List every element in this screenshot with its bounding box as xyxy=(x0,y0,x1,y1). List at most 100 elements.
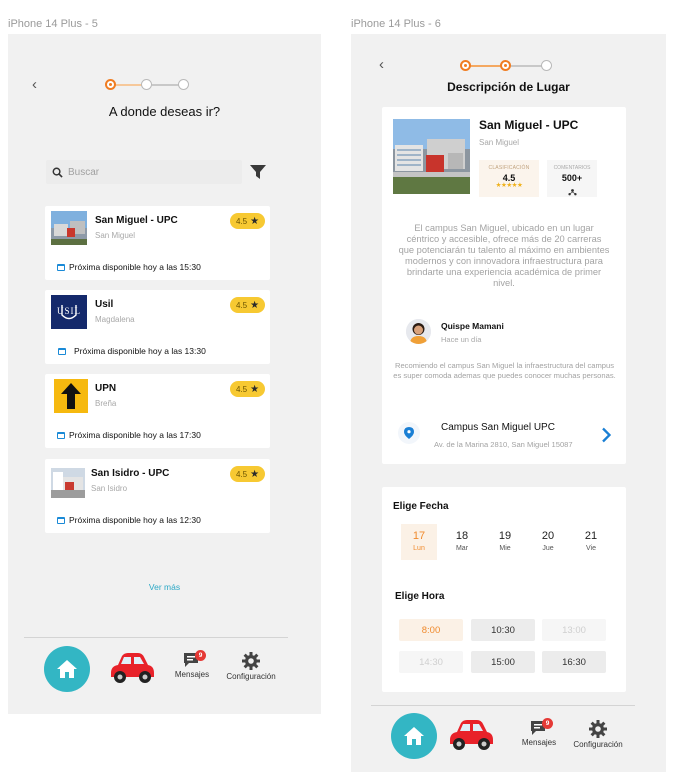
hour-option-disabled: 13:00 xyxy=(542,619,606,641)
date-section-title: Elige Fecha xyxy=(393,501,449,512)
hour-option[interactable]: 8:00 xyxy=(399,619,463,641)
date-option[interactable]: 17 Lun xyxy=(401,524,437,560)
rating-badge: 4.5 ★ xyxy=(230,381,265,397)
nav-messages[interactable]: 9 Mensajes xyxy=(521,718,557,747)
progress-stepper xyxy=(105,79,191,93)
rating-value: 4.5 xyxy=(235,384,248,394)
hour-option[interactable]: 16:30 xyxy=(542,651,606,673)
date-option[interactable]: 21 Vie xyxy=(573,524,609,560)
nav-settings[interactable]: Configuración xyxy=(569,720,627,749)
page-title: A donde deseas ir? xyxy=(108,104,221,119)
messages-badge: 9 xyxy=(195,650,206,661)
place-card[interactable]: USIL Usil Magdalena 4.5 ★ Próxima disponi… xyxy=(45,290,270,364)
star-icon: ★ xyxy=(250,215,260,227)
place-name: San Miguel - UPC xyxy=(95,215,178,226)
back-button[interactable]: ‹ xyxy=(379,57,384,72)
hour-option[interactable]: 15:00 xyxy=(471,651,535,673)
search-placeholder: Buscar xyxy=(68,166,100,178)
availability: Próxima disponible hoy a las 12:30 xyxy=(57,515,201,525)
gear-icon xyxy=(242,652,260,670)
place-district: Breña xyxy=(95,399,117,408)
place-detail-card: San Miguel - UPC San Miguel CLASIFICACIÓ… xyxy=(382,107,626,464)
screen-destinations: ‹ A donde deseas ir? Buscar San Miguel -… xyxy=(8,34,321,714)
chevron-right-icon xyxy=(602,427,612,443)
rating-badge: 4.5 ★ xyxy=(230,297,265,313)
nav-settings-label: Configuración xyxy=(226,672,276,681)
car-button[interactable] xyxy=(446,718,496,757)
nav-settings-label: Configuración xyxy=(573,740,623,749)
reviewer-name: Quispe Mamani xyxy=(441,321,504,331)
place-name: San Miguel - UPC xyxy=(479,118,579,132)
place-district: San Isidro xyxy=(91,484,128,493)
date-day: 19 xyxy=(498,530,512,542)
step-1 xyxy=(460,60,471,71)
messages-badge: 9 xyxy=(542,718,553,729)
car-button[interactable] xyxy=(107,651,157,690)
usil-logo-text: USIL xyxy=(57,306,81,316)
place-description: El campus San Miguel, ubicado en un luga… xyxy=(398,223,610,288)
date-day: 21 xyxy=(584,530,598,542)
comments-value: 500+ xyxy=(561,173,583,183)
place-card[interactable]: UPN Breña 4.5 ★ Próxima disponible hoy a … xyxy=(45,374,270,448)
hour-option[interactable]: 10:30 xyxy=(471,619,535,641)
gear-icon xyxy=(589,720,607,738)
home-icon xyxy=(404,727,424,745)
booking-card: Elige Fecha 17 Lun 18 Mar 19 Mie 20 Jue 21 Vi… xyxy=(382,487,626,692)
location-chevron-button[interactable] xyxy=(601,427,612,448)
date-weekday: Mar xyxy=(455,545,469,552)
place-card[interactable]: San Isidro - UPC San Isidro 4.5 ★ Próxima… xyxy=(45,459,270,533)
date-weekday: Lun xyxy=(413,545,425,552)
place-thumbnail xyxy=(51,211,87,245)
date-option[interactable]: 19 Mie xyxy=(487,524,523,560)
see-more-link[interactable]: Ver más xyxy=(8,582,321,592)
calendar-icon xyxy=(57,516,65,524)
home-icon xyxy=(57,660,77,678)
location-address: Av. de la Marina 2810, San Miguel 15087 xyxy=(434,440,573,449)
step-3 xyxy=(541,60,552,71)
comments-box[interactable]: COMENTARIOS 500+ xyxy=(547,160,597,197)
nav-messages[interactable]: 9 Mensajes xyxy=(174,650,210,679)
home-button[interactable] xyxy=(44,646,90,692)
search-icon xyxy=(52,167,63,178)
comments-label: COMENTARIOS xyxy=(553,165,591,171)
place-name: UPN xyxy=(95,383,117,394)
classification-box: CLASIFICACIÓN 4.5 ★★★★★ xyxy=(479,160,539,197)
hour-section-title: Elige Hora xyxy=(395,591,445,602)
people-icon xyxy=(567,189,577,196)
place-name: San Isidro - UPC xyxy=(91,468,170,479)
calendar-icon xyxy=(58,347,66,355)
search-input[interactable]: Buscar xyxy=(46,160,242,184)
filter-icon xyxy=(250,165,266,179)
place-card[interactable]: San Miguel - UPC San Miguel 4.5 ★ Próxima… xyxy=(45,206,270,280)
classification-label: CLASIFICACIÓN xyxy=(488,165,530,171)
place-district: San Miguel xyxy=(479,138,520,147)
rating-badge: 4.5 ★ xyxy=(230,213,265,229)
location-pin-icon xyxy=(398,422,420,444)
usil-logo: USIL xyxy=(51,295,87,329)
date-option[interactable]: 20 Jue xyxy=(530,524,566,560)
step-1 xyxy=(105,79,116,90)
step-2 xyxy=(141,79,152,90)
date-weekday: Mie xyxy=(499,545,511,552)
step-3 xyxy=(178,79,189,90)
rating-value: 4.5 xyxy=(235,216,248,226)
review-text: Recomiendo el campus San Miguel la infra… xyxy=(393,361,616,380)
nav-settings[interactable]: Configuración xyxy=(222,652,280,681)
date-day: 17 xyxy=(412,530,426,542)
filter-button[interactable] xyxy=(250,164,266,185)
rating-value: 4.5 xyxy=(235,300,248,310)
availability: Próxima disponible hoy a las 13:30 xyxy=(58,346,206,356)
nav-messages-label: Mensajes xyxy=(521,738,557,747)
rating-badge: 4.5 ★ xyxy=(230,466,265,482)
frame-label-2: iPhone 14 Plus - 6 xyxy=(351,18,441,30)
place-thumbnail xyxy=(51,468,85,498)
availability-text: Próxima disponible hoy a las 12:30 xyxy=(69,515,201,525)
upn-logo xyxy=(54,379,88,413)
calendar-icon xyxy=(57,263,65,271)
date-option[interactable]: 18 Mar xyxy=(444,524,480,560)
date-day: 18 xyxy=(455,530,469,542)
place-district: San Miguel xyxy=(95,231,136,240)
calendar-icon xyxy=(57,431,65,439)
home-button[interactable] xyxy=(391,713,437,759)
back-button[interactable]: ‹ xyxy=(32,77,37,92)
